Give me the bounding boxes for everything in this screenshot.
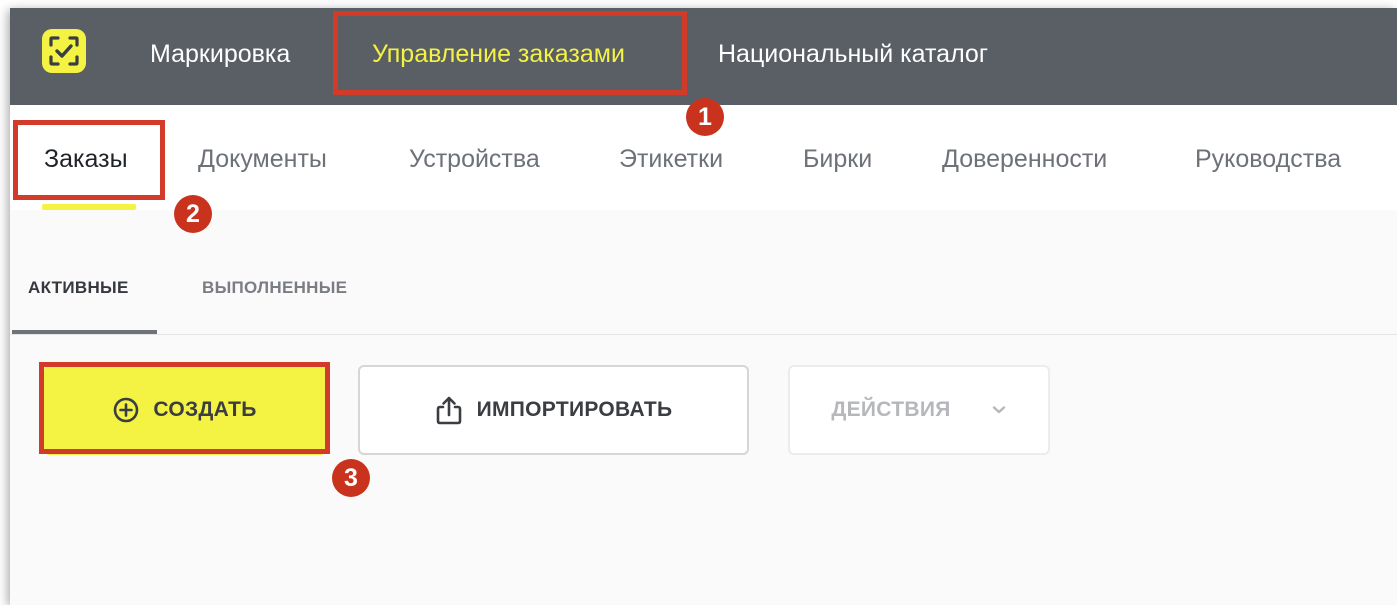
create-button-label: СОЗДАТЬ xyxy=(153,398,257,421)
annotation-badge-3: 3 xyxy=(332,459,370,497)
plus-circle-icon xyxy=(113,397,139,423)
import-button-label: ИМПОРТИРОВАТЬ xyxy=(476,398,673,421)
nav-item-order-management[interactable]: Управление заказами xyxy=(372,38,625,70)
subnav-item-labels[interactable]: Этикетки xyxy=(619,143,723,175)
subnav-item-tags[interactable]: Бирки xyxy=(803,143,872,175)
nav-item-national-catalog[interactable]: Национальный каталог xyxy=(718,38,988,70)
order-status-tabs: АКТИВНЫЕ ВЫПОЛНЕННЫЕ xyxy=(10,210,1397,335)
subnav-item-powers-of-attorney[interactable]: Доверенности xyxy=(942,143,1107,175)
subnav-item-orders[interactable]: Заказы xyxy=(44,143,128,175)
active-tab-indicator xyxy=(12,330,157,334)
subnav-item-documents[interactable]: Документы xyxy=(198,143,327,175)
tab-completed[interactable]: ВЫПОЛНЕННЫЕ xyxy=(202,278,347,298)
create-button[interactable]: СОЗДАТЬ xyxy=(44,365,326,455)
tab-active[interactable]: АКТИВНЫЕ xyxy=(28,278,129,298)
checkmark-frame-icon[interactable] xyxy=(42,29,86,73)
chevron-down-icon xyxy=(991,405,1007,415)
annotation-badge-2: 2 xyxy=(174,195,212,233)
upload-icon xyxy=(435,395,463,425)
import-button[interactable]: ИМПОРТИРОВАТЬ xyxy=(358,365,749,455)
actions-dropdown-label: ДЕЙСТВИЯ xyxy=(831,398,951,421)
nav-item-marking[interactable]: Маркировка xyxy=(150,38,290,70)
annotation-badge-1: 1 xyxy=(686,98,724,136)
subnav-item-devices[interactable]: Устройства xyxy=(409,143,540,175)
actions-dropdown[interactable]: ДЕЙСТВИЯ xyxy=(788,365,1050,455)
top-navigation-bar: Маркировка Управление заказами Националь… xyxy=(10,8,1397,105)
subnav-item-guides[interactable]: Руководства xyxy=(1195,143,1341,175)
